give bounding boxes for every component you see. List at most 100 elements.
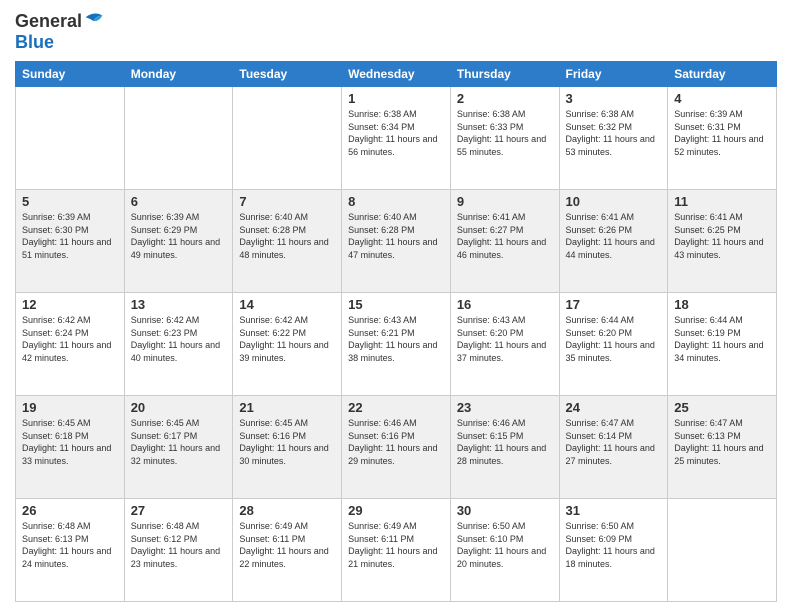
calendar-week-row: 5 Sunrise: 6:39 AMSunset: 6:30 PMDaylight… <box>16 190 777 293</box>
empty-day <box>16 87 125 190</box>
calendar-day-16: 16Sunrise: 6:43 AMSunset: 6:20 PMDayligh… <box>450 293 559 396</box>
weekday-header-row: SundayMondayTuesdayWednesdayThursdayFrid… <box>16 62 777 87</box>
weekday-header-wednesday: Wednesday <box>342 62 451 87</box>
day-number: 29 <box>348 503 444 518</box>
day-number: 13 <box>131 297 227 312</box>
day-info: Sunrise: 6:50 AMSunset: 6:10 PMDaylight:… <box>457 520 553 570</box>
day-number: 14 <box>239 297 335 312</box>
day-number: 26 <box>22 503 118 518</box>
day-info: Sunrise: 6:46 AMSunset: 6:15 PMDaylight:… <box>457 417 553 467</box>
day-info: Sunrise: 6:39 AMSunset: 6:30 PMDaylight:… <box>22 211 118 261</box>
calendar-day-6: 6 Sunrise: 6:39 AMSunset: 6:29 PMDaylight… <box>124 190 233 293</box>
empty-day <box>233 87 342 190</box>
calendar-table: SundayMondayTuesdayWednesdayThursdayFrid… <box>15 61 777 602</box>
day-info: Sunrise: 6:42 AMSunset: 6:23 PMDaylight:… <box>131 314 227 364</box>
day-number: 18 <box>674 297 770 312</box>
day-info: Sunrise: 6:44 AMSunset: 6:20 PMDaylight:… <box>566 314 662 364</box>
day-info: Sunrise: 6:48 AMSunset: 6:13 PMDaylight:… <box>22 520 118 570</box>
day-info: Sunrise: 6:49 AMSunset: 6:11 PMDaylight:… <box>348 520 444 570</box>
calendar-day-28: 28 Sunrise: 6:49 AMSunset: 6:11 PMDayligh… <box>233 499 342 602</box>
day-number: 3 <box>566 91 662 106</box>
day-number: 23 <box>457 400 553 415</box>
day-number: 9 <box>457 194 553 209</box>
calendar-day-10: 10 Sunrise: 6:41 AMSunset: 6:26 PMDayligh… <box>559 190 668 293</box>
day-info: Sunrise: 6:46 AMSunset: 6:16 PMDaylight:… <box>348 417 444 467</box>
day-info: Sunrise: 6:38 AMSunset: 6:32 PMDaylight:… <box>566 108 662 158</box>
calendar-week-row: 1Sunrise: 6:38 AMSunset: 6:34 PMDaylight… <box>16 87 777 190</box>
day-number: 22 <box>348 400 444 415</box>
day-number: 28 <box>239 503 335 518</box>
calendar-day-22: 22 Sunrise: 6:46 AMSunset: 6:16 PMDayligh… <box>342 396 451 499</box>
calendar-day-13: 13 Sunrise: 6:42 AMSunset: 6:23 PMDayligh… <box>124 293 233 396</box>
day-number: 31 <box>566 503 662 518</box>
calendar-day-3: 3 Sunrise: 6:38 AMSunset: 6:32 PMDaylight… <box>559 87 668 190</box>
logo: General Blue <box>15 10 106 53</box>
day-info: Sunrise: 6:41 AMSunset: 6:26 PMDaylight:… <box>566 211 662 261</box>
logo-blue-text: Blue <box>15 32 54 52</box>
day-info: Sunrise: 6:50 AMSunset: 6:09 PMDaylight:… <box>566 520 662 570</box>
day-number: 4 <box>674 91 770 106</box>
day-number: 10 <box>566 194 662 209</box>
day-number: 5 <box>22 194 118 209</box>
day-info: Sunrise: 6:39 AMSunset: 6:31 PMDaylight:… <box>674 108 770 158</box>
weekday-header-tuesday: Tuesday <box>233 62 342 87</box>
calendar-day-7: 7 Sunrise: 6:40 AMSunset: 6:28 PMDaylight… <box>233 190 342 293</box>
calendar-day-18: 18 Sunrise: 6:44 AMSunset: 6:19 PMDayligh… <box>668 293 777 396</box>
day-info: Sunrise: 6:42 AMSunset: 6:24 PMDaylight:… <box>22 314 118 364</box>
calendar-day-17: 17 Sunrise: 6:44 AMSunset: 6:20 PMDayligh… <box>559 293 668 396</box>
calendar-day-4: 4 Sunrise: 6:39 AMSunset: 6:31 PMDaylight… <box>668 87 777 190</box>
calendar-day-15: 15 Sunrise: 6:43 AMSunset: 6:21 PMDayligh… <box>342 293 451 396</box>
day-number: 7 <box>239 194 335 209</box>
calendar-day-8: 8Sunrise: 6:40 AMSunset: 6:28 PMDaylight… <box>342 190 451 293</box>
calendar-day-27: 27 Sunrise: 6:48 AMSunset: 6:12 PMDayligh… <box>124 499 233 602</box>
day-number: 30 <box>457 503 553 518</box>
day-info: Sunrise: 6:45 AMSunset: 6:17 PMDaylight:… <box>131 417 227 467</box>
day-info: Sunrise: 6:40 AMSunset: 6:28 PMDaylight:… <box>239 211 335 261</box>
calendar-week-row: 19 Sunrise: 6:45 AMSunset: 6:18 PMDayligh… <box>16 396 777 499</box>
calendar-day-14: 14 Sunrise: 6:42 AMSunset: 6:22 PMDayligh… <box>233 293 342 396</box>
day-info: Sunrise: 6:43 AMSunset: 6:20 PMDaylight:… <box>457 314 553 364</box>
empty-day <box>668 499 777 602</box>
day-info: Sunrise: 6:40 AMSunset: 6:28 PMDaylight:… <box>348 211 444 261</box>
day-info: Sunrise: 6:47 AMSunset: 6:14 PMDaylight:… <box>566 417 662 467</box>
day-info: Sunrise: 6:41 AMSunset: 6:27 PMDaylight:… <box>457 211 553 261</box>
day-info: Sunrise: 6:44 AMSunset: 6:19 PMDaylight:… <box>674 314 770 364</box>
weekday-header-monday: Monday <box>124 62 233 87</box>
day-info: Sunrise: 6:49 AMSunset: 6:11 PMDaylight:… <box>239 520 335 570</box>
day-number: 27 <box>131 503 227 518</box>
calendar-week-row: 26 Sunrise: 6:48 AMSunset: 6:13 PMDayligh… <box>16 499 777 602</box>
day-info: Sunrise: 6:47 AMSunset: 6:13 PMDaylight:… <box>674 417 770 467</box>
day-info: Sunrise: 6:42 AMSunset: 6:22 PMDaylight:… <box>239 314 335 364</box>
day-info: Sunrise: 6:48 AMSunset: 6:12 PMDaylight:… <box>131 520 227 570</box>
day-number: 6 <box>131 194 227 209</box>
day-number: 11 <box>674 194 770 209</box>
calendar-day-29: 29 Sunrise: 6:49 AMSunset: 6:11 PMDayligh… <box>342 499 451 602</box>
calendar-day-21: 21 Sunrise: 6:45 AMSunset: 6:16 PMDayligh… <box>233 396 342 499</box>
calendar-day-30: 30 Sunrise: 6:50 AMSunset: 6:10 PMDayligh… <box>450 499 559 602</box>
weekday-header-friday: Friday <box>559 62 668 87</box>
header: General Blue <box>15 10 777 53</box>
day-number: 12 <box>22 297 118 312</box>
day-number: 21 <box>239 400 335 415</box>
calendar-day-20: 20Sunrise: 6:45 AMSunset: 6:17 PMDayligh… <box>124 396 233 499</box>
empty-day <box>124 87 233 190</box>
day-info: Sunrise: 6:45 AMSunset: 6:18 PMDaylight:… <box>22 417 118 467</box>
day-number: 15 <box>348 297 444 312</box>
calendar-day-12: 12 Sunrise: 6:42 AMSunset: 6:24 PMDayligh… <box>16 293 125 396</box>
day-number: 19 <box>22 400 118 415</box>
calendar-day-2: 2Sunrise: 6:38 AMSunset: 6:33 PMDaylight… <box>450 87 559 190</box>
calendar-day-26: 26 Sunrise: 6:48 AMSunset: 6:13 PMDayligh… <box>16 499 125 602</box>
calendar-day-24: 24Sunrise: 6:47 AMSunset: 6:14 PMDayligh… <box>559 396 668 499</box>
logo-bird-icon <box>84 10 106 32</box>
day-info: Sunrise: 6:41 AMSunset: 6:25 PMDaylight:… <box>674 211 770 261</box>
day-number: 25 <box>674 400 770 415</box>
day-number: 2 <box>457 91 553 106</box>
day-info: Sunrise: 6:43 AMSunset: 6:21 PMDaylight:… <box>348 314 444 364</box>
calendar-week-row: 12 Sunrise: 6:42 AMSunset: 6:24 PMDayligh… <box>16 293 777 396</box>
day-number: 1 <box>348 91 444 106</box>
day-number: 17 <box>566 297 662 312</box>
calendar-day-9: 9 Sunrise: 6:41 AMSunset: 6:27 PMDaylight… <box>450 190 559 293</box>
weekday-header-saturday: Saturday <box>668 62 777 87</box>
day-info: Sunrise: 6:39 AMSunset: 6:29 PMDaylight:… <box>131 211 227 261</box>
day-info: Sunrise: 6:45 AMSunset: 6:16 PMDaylight:… <box>239 417 335 467</box>
